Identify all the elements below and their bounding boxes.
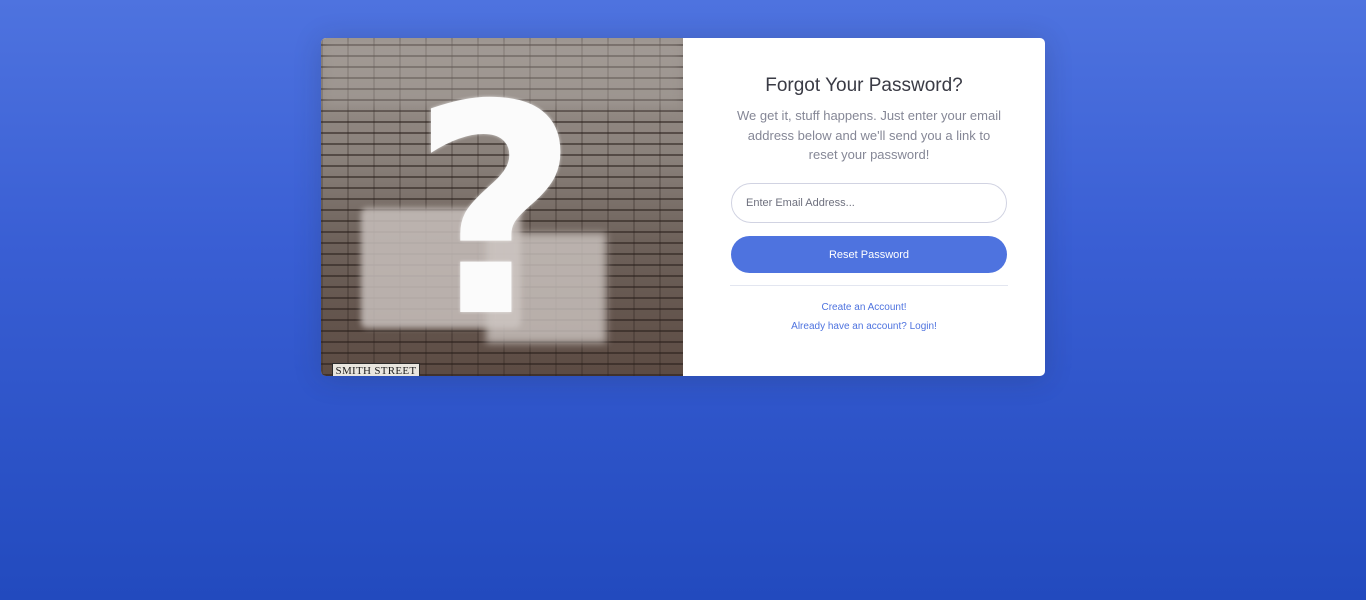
page-title: Forgot Your Password? xyxy=(765,75,963,96)
login-link[interactable]: Already have an account? Login! xyxy=(683,321,1045,332)
page-subtitle: We get it, stuff happens. Just enter you… xyxy=(737,108,1001,162)
forgot-password-form: Forgot Your Password? We get it, stuff h… xyxy=(683,38,1045,376)
divider xyxy=(730,285,1008,286)
reset-password-button[interactable]: Reset Password xyxy=(731,236,1007,273)
email-field[interactable] xyxy=(731,183,1007,223)
question-mark-wall-image: ? SMITH STREET xyxy=(321,38,683,376)
forgot-password-card: ? SMITH STREET Forgot Your Password? We … xyxy=(321,38,1045,376)
create-account-link[interactable]: Create an Account! xyxy=(683,302,1045,313)
question-mark-icon: ? xyxy=(411,44,580,376)
street-sign: SMITH STREET xyxy=(332,363,420,376)
